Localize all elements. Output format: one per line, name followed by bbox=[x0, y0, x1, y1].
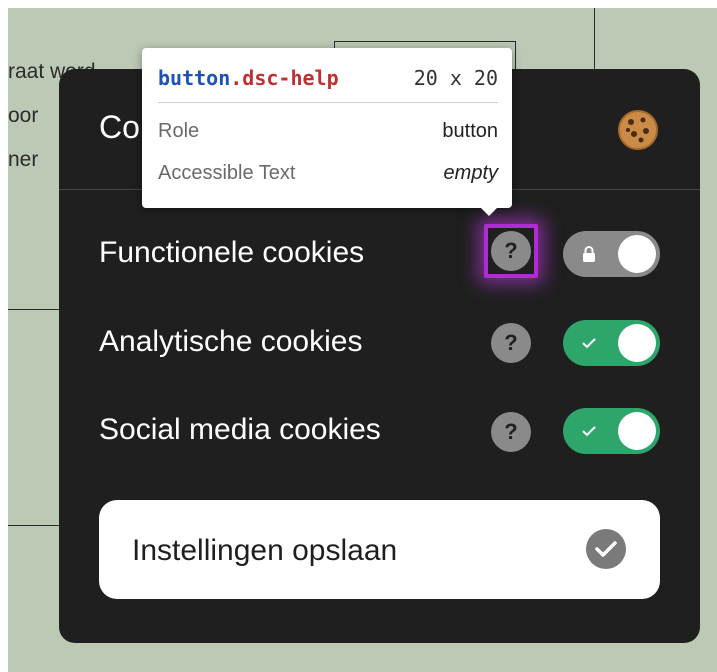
cookie-icon bbox=[618, 110, 658, 150]
social-media-cookies-label: Social media cookies bbox=[99, 413, 381, 446]
save-settings-label: Instellingen opslaan bbox=[132, 534, 398, 567]
help-icon: ? bbox=[504, 238, 518, 263]
social-media-cookies-toggle[interactable] bbox=[563, 408, 660, 454]
tooltip-divider bbox=[158, 102, 498, 103]
devtools-inspector-tooltip: button.dsc-help 20 x 20 Role button Acce… bbox=[142, 48, 512, 208]
lock-icon bbox=[583, 246, 595, 262]
background-divider bbox=[8, 525, 60, 526]
property-key: Accessible Text bbox=[158, 162, 296, 184]
help-icon: ? bbox=[504, 419, 518, 444]
functional-cookies-label: Functionele cookies bbox=[99, 236, 365, 269]
background-text: ner bbox=[8, 148, 39, 171]
social-media-cookies-help-button[interactable]: ? bbox=[491, 412, 531, 452]
check-icon bbox=[582, 426, 596, 437]
check-icon bbox=[582, 338, 596, 349]
property-value: empty bbox=[443, 162, 498, 184]
property-key: Role bbox=[158, 120, 200, 142]
background-divider bbox=[594, 8, 595, 78]
functional-cookies-help-button[interactable]: ? bbox=[491, 231, 531, 271]
analytics-cookies-label: Analytische cookies bbox=[99, 325, 363, 358]
analytics-cookies-help-button[interactable]: ? bbox=[491, 323, 531, 363]
background-text: oor bbox=[8, 104, 39, 127]
background-divider bbox=[8, 309, 60, 310]
property-value: button bbox=[442, 120, 498, 142]
toggle-knob bbox=[618, 412, 656, 450]
element-tag: button bbox=[158, 66, 231, 90]
toggle-knob bbox=[618, 235, 656, 273]
functional-cookies-toggle[interactable] bbox=[563, 231, 660, 277]
toggle-knob bbox=[618, 324, 656, 362]
help-icon: ? bbox=[504, 330, 518, 355]
check-circle-icon bbox=[586, 529, 626, 569]
dialog-title: Co bbox=[99, 109, 140, 145]
tooltip-arrow bbox=[479, 206, 499, 216]
element-class: .dsc-help bbox=[230, 66, 339, 90]
save-settings-button[interactable]: Instellingen opslaan bbox=[99, 500, 660, 599]
element-dimensions: 20 x 20 bbox=[413, 66, 498, 90]
analytics-cookies-toggle[interactable] bbox=[563, 320, 660, 366]
element-selector: button.dsc-help bbox=[158, 66, 339, 90]
